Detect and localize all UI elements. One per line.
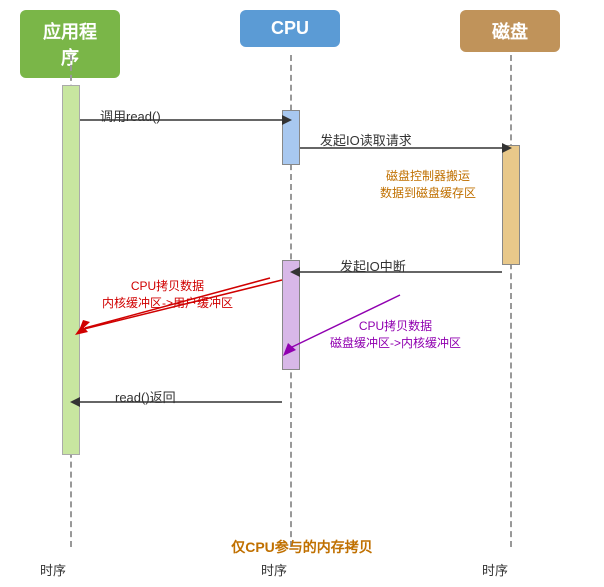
header-cpu: CPU <box>240 10 340 47</box>
arrows-svg <box>0 0 604 587</box>
label-io-read: 发起IO读取请求 <box>320 130 412 149</box>
bar-cpu2 <box>282 260 300 370</box>
label-cpu-copy-disk: CPU拷贝数据 磁盘缓冲区->内核缓冲区 <box>330 318 461 352</box>
diagram: 应用程序 CPU 磁盘 调用read() 发起IO读取请求 <box>0 0 604 587</box>
time-label-cpu: 时序 <box>261 560 287 579</box>
bar-disk <box>502 145 520 265</box>
bar-cpu1 <box>282 110 300 165</box>
label-io-interrupt: 发起IO中断 <box>340 256 406 275</box>
label-cpu-copy-kernel: CPU拷贝数据 内核缓冲区->用户缓冲区 <box>102 278 233 312</box>
label-read-return: read()返回 <box>115 387 176 406</box>
dashed-line-disk <box>510 55 512 547</box>
label-disk-controller: 磁盘控制器搬运 数据到磁盘缓存区 <box>380 168 476 202</box>
time-label-app: 时序 <box>40 560 66 579</box>
label-call-read: 调用read() <box>100 106 161 125</box>
caption: 仅CPU参与的内存拷贝 <box>0 537 604 557</box>
header-disk: 磁盘 <box>460 10 560 52</box>
time-label-disk: 时序 <box>482 560 508 579</box>
bar-app <box>62 85 80 455</box>
